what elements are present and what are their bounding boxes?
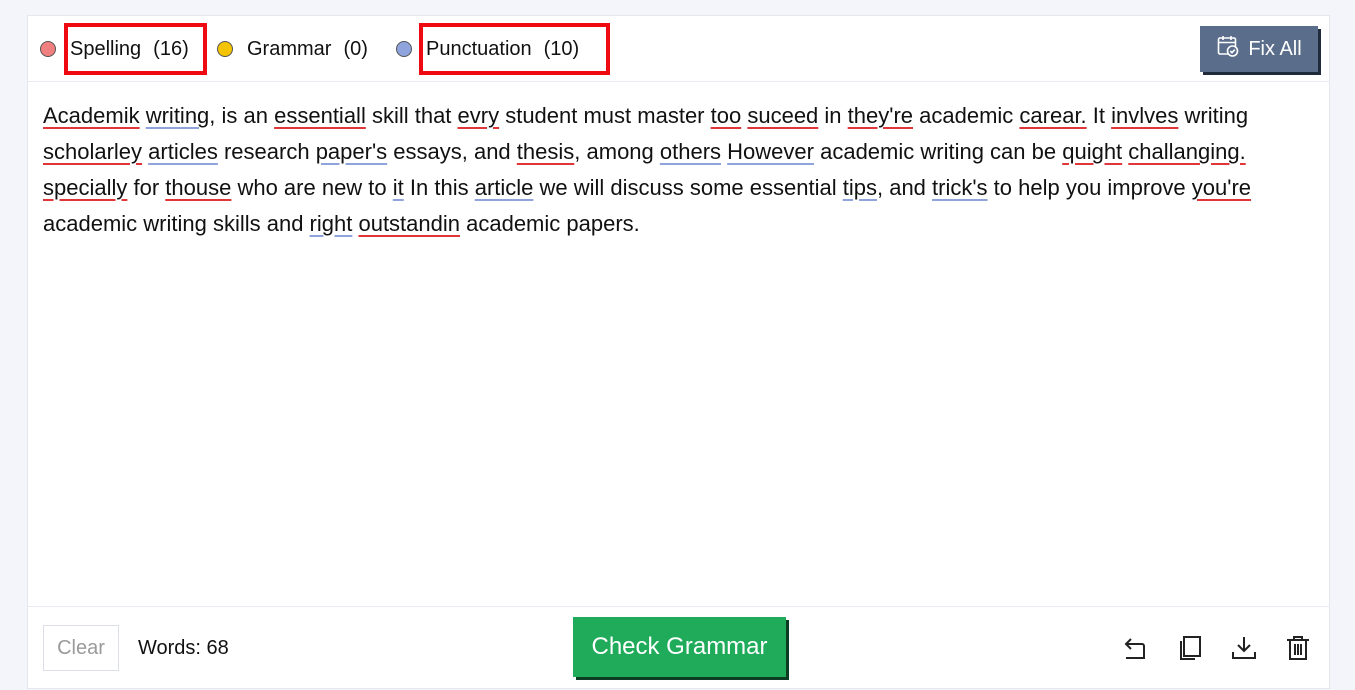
editor-text: academic papers. <box>460 211 640 236</box>
spelling-error-word[interactable]: you're <box>1192 175 1251 200</box>
category-punctuation-count: (10) <box>543 37 580 60</box>
spelling-error-word[interactable]: quight <box>1062 139 1122 164</box>
category-grammar[interactable]: Grammar (0) <box>217 16 368 82</box>
editor-text: academic <box>913 103 1020 128</box>
calendar-check-icon <box>1216 34 1240 64</box>
check-grammar-button[interactable]: Check Grammar <box>573 617 786 677</box>
grammar-checker-card: Spelling (16) Grammar (0) Punctuation (1… <box>27 15 1330 689</box>
editor-text: to help you improve <box>987 175 1192 200</box>
text-editor[interactable]: Academik writing, is an essentiall skill… <box>43 98 1313 598</box>
download-button[interactable] <box>1228 633 1260 665</box>
editor-text: research <box>217 139 316 164</box>
word-count: Words: 68 <box>138 636 229 659</box>
category-punctuation-label: Punctuation <box>426 37 532 60</box>
editor-text: academic writing skills and <box>43 211 310 236</box>
punctuation-error-word[interactable]: articles <box>148 139 218 164</box>
spelling-error-word[interactable]: Academik <box>43 103 140 128</box>
spelling-error-word[interactable]: scholarley <box>43 139 142 164</box>
spelling-error-word[interactable]: suceed <box>747 103 818 128</box>
spelling-error-word[interactable]: thesis <box>517 139 574 164</box>
undo-icon <box>1122 634 1150 665</box>
copy-icon <box>1176 634 1204 665</box>
error-category-bar: Spelling (16) Grammar (0) Punctuation (1… <box>28 16 1329 82</box>
spelling-error-word[interactable]: thouse <box>165 175 231 200</box>
editor-text: , is an <box>209 103 275 128</box>
punctuation-error-word[interactable]: others <box>660 139 721 164</box>
category-grammar-count: (0) <box>343 37 368 60</box>
spelling-dot-icon <box>40 41 56 57</box>
punctuation-error-word[interactable]: paper's <box>316 139 387 164</box>
category-grammar-label: Grammar <box>247 37 332 60</box>
category-punctuation[interactable]: Punctuation (10) <box>396 16 579 82</box>
spelling-error-word[interactable]: outstandin <box>358 211 460 236</box>
grammar-dot-icon <box>217 41 233 57</box>
editor-text: essays, and <box>387 139 517 164</box>
spelling-error-word[interactable]: they're <box>848 103 913 128</box>
editor-text: we will discuss some essential <box>533 175 843 200</box>
footer-bar: Clear Words: 68 Check Grammar <box>28 606 1329 690</box>
spelling-error-word[interactable]: challanging. <box>1128 139 1245 164</box>
spelling-error-word[interactable]: invlves <box>1111 103 1178 128</box>
category-spelling-label: Spelling <box>70 37 142 60</box>
spelling-error-word[interactable]: carear. <box>1019 103 1086 128</box>
spelling-error-word[interactable]: too <box>711 103 742 128</box>
punctuation-error-word[interactable]: article <box>475 175 534 200</box>
editor-text: , among <box>574 139 660 164</box>
spelling-error-word[interactable]: specially <box>43 175 127 200</box>
fix-all-label: Fix All <box>1248 37 1302 60</box>
category-spelling-count: (16) <box>153 37 189 60</box>
editor-text: In this <box>403 175 475 200</box>
editor-text: skill that <box>365 103 458 128</box>
editor-text: who are new to <box>231 175 393 200</box>
spelling-error-word[interactable]: essentiall <box>274 103 366 128</box>
spelling-error-word[interactable]: evry <box>458 103 500 128</box>
trash-icon <box>1284 634 1312 665</box>
punctuation-dot-icon <box>396 41 412 57</box>
fix-all-button[interactable]: Fix All <box>1200 26 1318 72</box>
punctuation-error-word[interactable]: it <box>393 175 404 200</box>
editor-text: for <box>127 175 166 200</box>
punctuation-error-word[interactable]: However <box>727 139 814 164</box>
download-icon <box>1230 634 1258 665</box>
punctuation-error-word[interactable]: tips <box>843 175 877 200</box>
undo-button[interactable] <box>1120 633 1152 665</box>
editor-text: academic writing can be <box>813 139 1063 164</box>
editor-text: in <box>818 103 848 128</box>
punctuation-error-word[interactable]: writing <box>146 103 210 128</box>
punctuation-error-word[interactable]: right <box>310 211 353 236</box>
editor-text: , and <box>876 175 933 200</box>
editor-text: It <box>1086 103 1112 128</box>
delete-button[interactable] <box>1282 633 1314 665</box>
editor-text: student must master <box>499 103 711 128</box>
editor-text: writing <box>1178 103 1249 128</box>
clear-button[interactable]: Clear <box>43 625 119 671</box>
copy-button[interactable] <box>1174 633 1206 665</box>
category-spelling[interactable]: Spelling (16) <box>40 16 189 82</box>
punctuation-error-word[interactable]: trick's <box>932 175 988 200</box>
